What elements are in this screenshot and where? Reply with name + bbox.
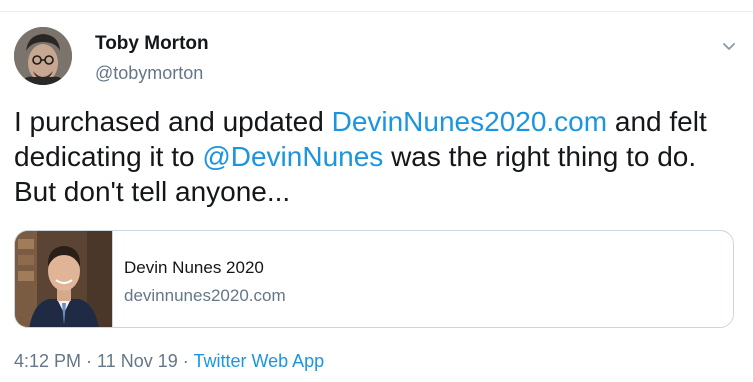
meta-separator: · (177, 351, 194, 371)
tweet-mention[interactable]: @DevinNunes (202, 141, 383, 172)
card-title: Devin Nunes 2020 (124, 258, 264, 277)
tweet-text-part: I purchased and updated (14, 106, 332, 137)
divider (0, 11, 753, 12)
tweet-date[interactable]: 11 Nov 19 (97, 351, 178, 371)
user-name[interactable]: Toby Morton (95, 33, 209, 55)
tweet-text: I purchased and updated DevinNunes2020.c… (14, 104, 739, 209)
card-thumbnail (15, 231, 113, 327)
link-card[interactable]: Devin Nunes 2020 devinnunes2020.com (14, 230, 734, 328)
meta-separator: · (81, 351, 98, 371)
tweet: Toby Morton @tobymorton I purchased and … (0, 0, 753, 382)
tweet-source[interactable]: Twitter Web App (193, 351, 324, 371)
tweet-meta: 4:12 PM · 11 Nov 19 · Twitter Web App (14, 350, 324, 372)
avatar[interactable] (14, 27, 72, 85)
tweet-time[interactable]: 4:12 PM (14, 351, 81, 371)
user-handle[interactable]: @tobymorton (95, 62, 203, 84)
chevron-down-icon[interactable] (718, 38, 740, 56)
tweet-link[interactable]: DevinNunes2020.com (332, 106, 608, 137)
card-domain: devinnunes2020.com (124, 286, 286, 305)
